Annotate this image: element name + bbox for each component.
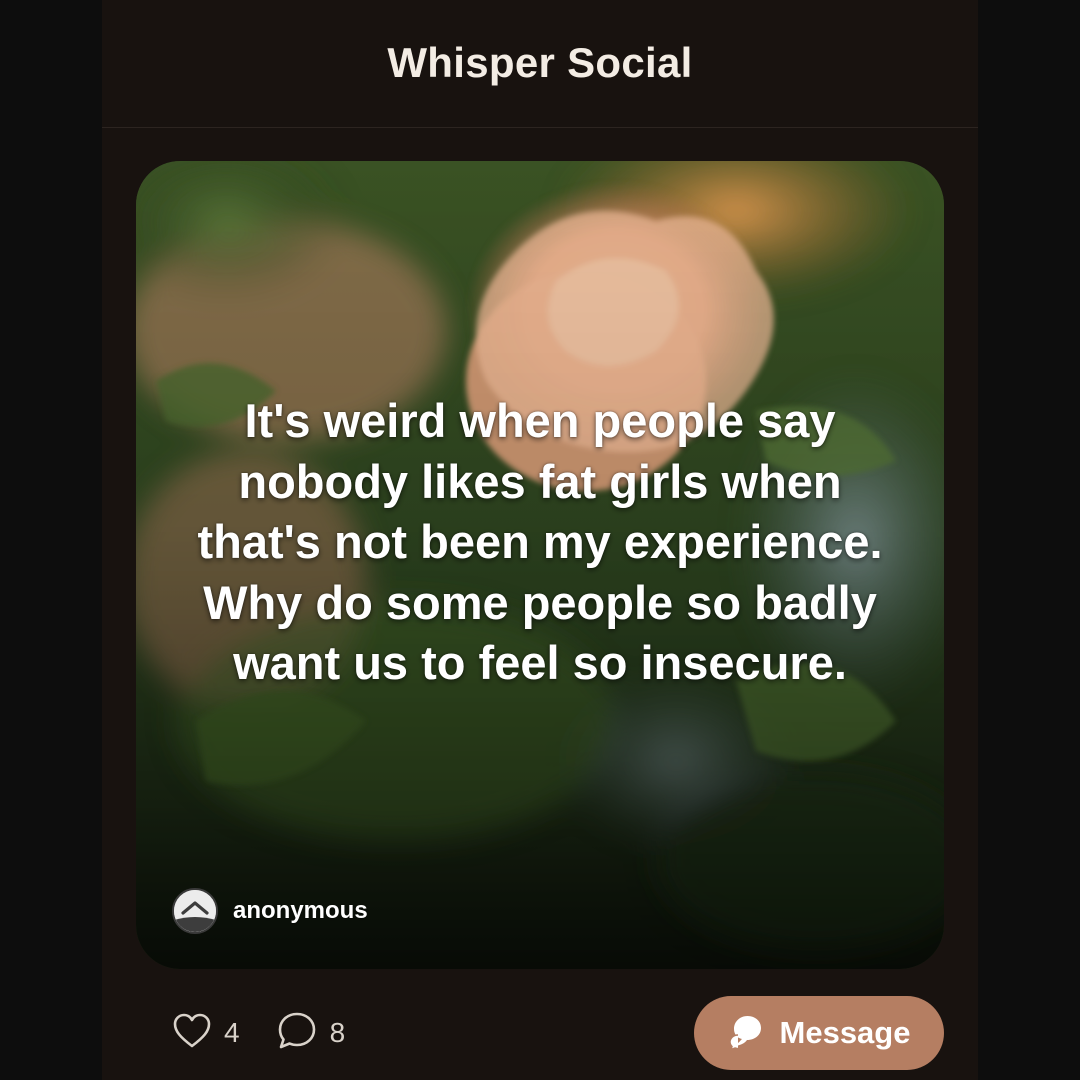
app-frame: Whisper Social It's weird when people sa… xyxy=(102,0,978,1080)
header-bar: Whisper Social xyxy=(102,0,978,128)
comment-bubble-icon xyxy=(276,1010,318,1057)
message-button[interactable]: Message xyxy=(694,996,944,1070)
app-title: Whisper Social xyxy=(387,38,693,86)
heart-icon xyxy=(172,1012,212,1055)
anonymous-avatar-icon xyxy=(172,888,218,934)
like-count: 4 xyxy=(224,1017,240,1048)
post-actions: 4 8 xyxy=(172,1010,381,1056)
post-author: anonymous xyxy=(172,887,368,935)
like-button[interactable]: 4 xyxy=(172,1012,240,1055)
post-text: It's weird when people say nobody likes … xyxy=(197,394,883,689)
chat-bubbles-icon xyxy=(728,1013,768,1054)
post-card[interactable]: It's weird when people say nobody likes … xyxy=(136,161,944,969)
comment-button[interactable]: 8 xyxy=(276,1010,346,1057)
message-label: Message xyxy=(779,1015,911,1050)
author-name: anonymous xyxy=(233,897,368,924)
comment-count: 8 xyxy=(329,1017,346,1048)
